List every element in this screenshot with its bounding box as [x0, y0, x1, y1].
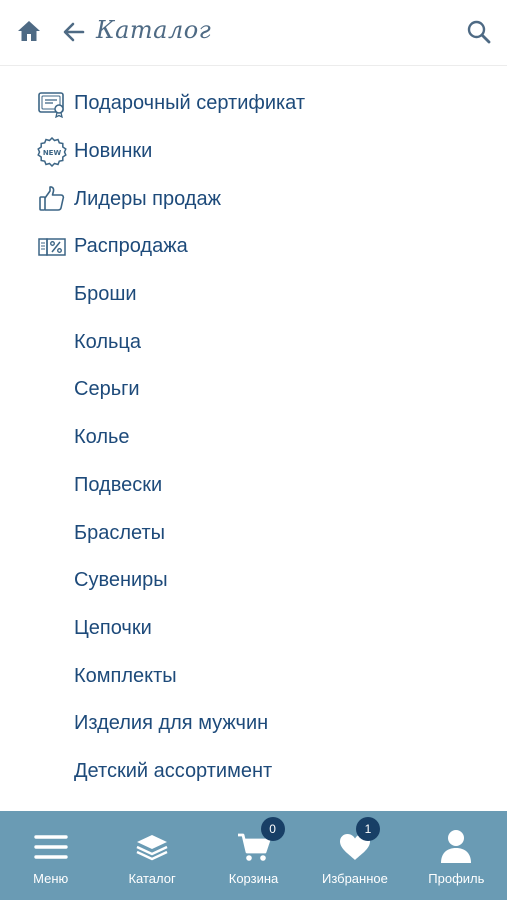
home-icon[interactable] [16, 19, 42, 43]
bottom-tab-bar: Меню Каталог 0 Корзина 1 Избранное Профи… [0, 811, 507, 900]
tab-favorites[interactable]: 1 Избранное [304, 811, 405, 900]
tab-label: Избранное [321, 871, 388, 886]
catalog-item-label: Браслеты [74, 521, 166, 544]
arrow-left-icon[interactable] [62, 20, 86, 44]
cart-count-badge: 0 [260, 817, 285, 841]
catalog-list: Подарочный сертификат NEW Новинки Лидеры… [0, 80, 507, 795]
catalog-item-label: Кольца [74, 330, 142, 353]
search-icon[interactable] [466, 19, 492, 45]
tab-catalog[interactable]: Каталог [101, 811, 202, 900]
layers-icon [132, 829, 172, 865]
catalog-item-earrings[interactable]: Серьги [0, 366, 507, 414]
catalog-item-label: Изделия для мужчин [74, 712, 269, 735]
catalog-item-rings[interactable]: Кольца [0, 318, 507, 366]
tab-menu[interactable]: Меню [0, 811, 101, 900]
catalog-item-sets[interactable]: Комплекты [0, 652, 507, 700]
catalog-item-pendants[interactable]: Подвески [0, 462, 507, 510]
tab-label: Меню [33, 871, 69, 886]
tab-label: Профиль [428, 871, 485, 886]
catalog-item-label: Новинки [74, 140, 153, 163]
catalog-item-kids[interactable]: Детский ассортимент [0, 748, 507, 796]
catalog-item-label: Детский ассортимент [74, 759, 273, 782]
catalog-item-label: Серьги [74, 378, 140, 401]
hamburger-icon [31, 829, 71, 865]
catalog-item-label: Подвески [74, 473, 163, 496]
top-bar: Каталог [0, 0, 507, 66]
catalog-item-sale[interactable]: Распродажа [0, 223, 507, 271]
catalog-item-souvenirs[interactable]: Сувениры [0, 557, 507, 605]
catalog-item-label: Сувениры [74, 569, 168, 592]
favorites-count-badge: 1 [355, 817, 380, 841]
catalog-item-label: Подарочный сертификат [74, 92, 306, 115]
tab-label: Каталог [128, 871, 176, 886]
catalog-item-bestsellers[interactable]: Лидеры продаж [0, 175, 507, 223]
catalog-item-label: Цепочки [74, 616, 152, 639]
catalog-item-bracelets[interactable]: Браслеты [0, 509, 507, 557]
catalog-item-gift-certificate[interactable]: Подарочный сертификат [0, 80, 507, 128]
catalog-item-label: Лидеры продаж [74, 187, 221, 210]
tab-profile[interactable]: Профиль [406, 811, 507, 900]
page-title: Каталог [96, 16, 212, 44]
tab-cart[interactable]: 0 Корзина [203, 811, 304, 900]
catalog-item-mens[interactable]: Изделия для мужчин [0, 700, 507, 748]
user-icon [436, 829, 476, 865]
gift-certificate-icon [37, 89, 67, 119]
svg-text:NEW: NEW [43, 149, 62, 157]
catalog-item-brooches[interactable]: Броши [0, 271, 507, 319]
catalog-item-necklaces[interactable]: Колье [0, 414, 507, 462]
catalog-item-chains[interactable]: Цепочки [0, 605, 507, 653]
tab-label: Корзина [228, 871, 279, 886]
new-badge-icon: NEW [37, 136, 67, 167]
catalog-item-label: Комплекты [74, 664, 177, 687]
thumbs-up-icon [37, 184, 67, 214]
catalog-item-label: Колье [74, 426, 130, 449]
sale-percent-icon [37, 232, 67, 262]
catalog-item-new[interactable]: NEW Новинки [0, 128, 507, 176]
catalog-item-label: Броши [74, 283, 137, 306]
catalog-item-label: Распродажа [74, 235, 188, 258]
